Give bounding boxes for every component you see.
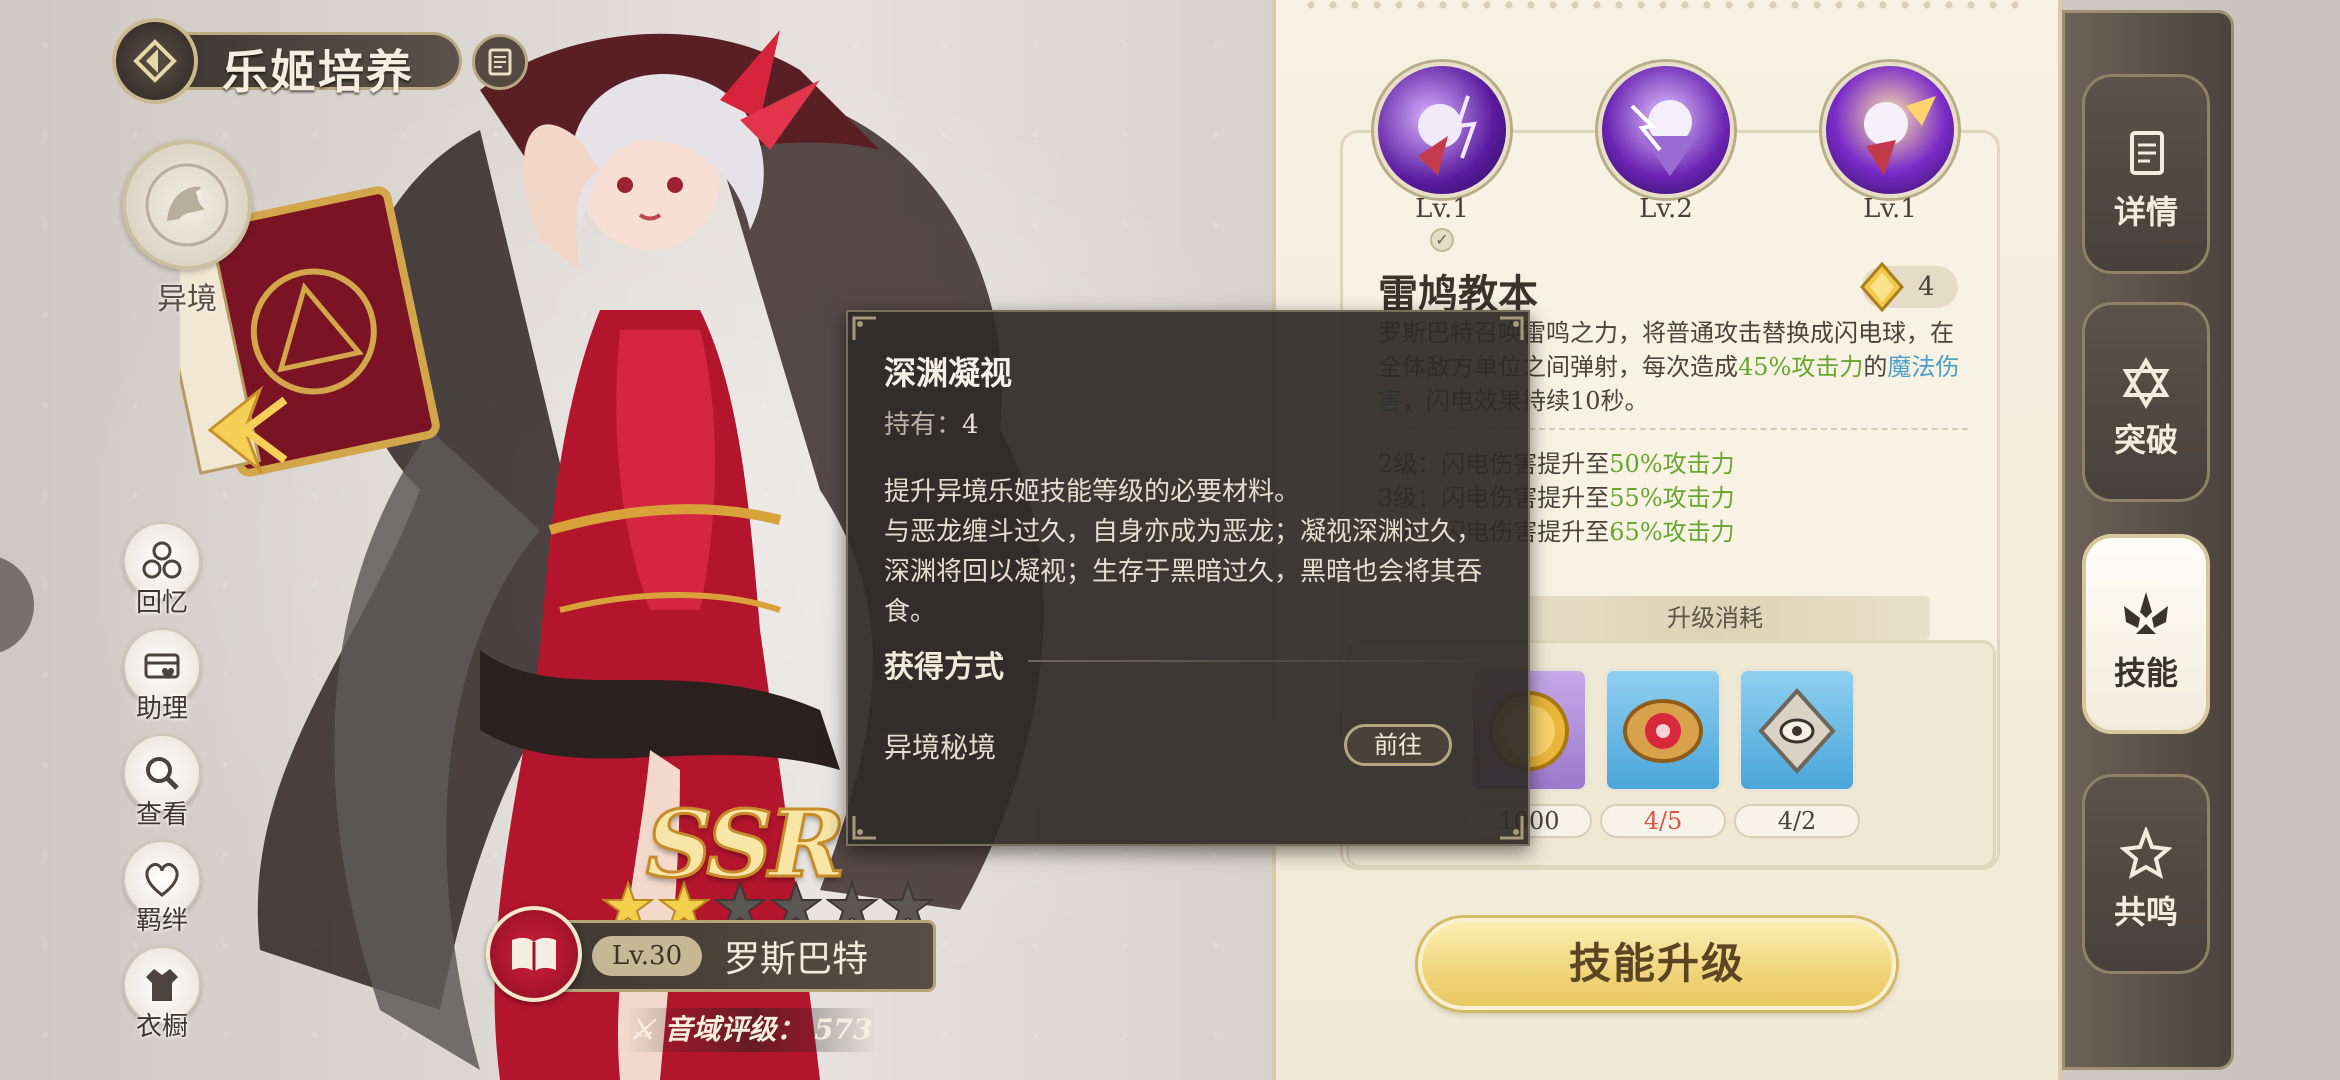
nav-wardrobe[interactable]: 衣橱: [122, 946, 202, 1046]
corner-ornament-icon: [852, 316, 876, 340]
voice-range-rating: ⚔ 音域评级： 573: [626, 1008, 876, 1052]
resonance-icon: [2120, 827, 2172, 880]
view-icon: [146, 757, 179, 790]
dragon-emblem-icon: [145, 163, 229, 247]
upgrade-cost-title: 升级消耗: [1500, 596, 1930, 640]
corner-ornament-icon: [1500, 816, 1524, 840]
rating-text: 音域评级： 573: [664, 1013, 873, 1046]
cost-emblem-count: 4/2: [1734, 804, 1860, 838]
tab-details[interactable]: 详情: [2082, 74, 2210, 274]
tab-skill[interactable]: 技能: [2082, 534, 2210, 734]
character-level: Lv.30: [592, 936, 702, 976]
breakthrough-icon: [2122, 357, 2170, 409]
cost-item-abyss-eye[interactable]: [1604, 668, 1722, 792]
nav-assistant-label: 助理: [135, 694, 188, 724]
book-icon: [512, 937, 556, 972]
emblem-icon: [1758, 688, 1836, 774]
tab-resonance-label: 共鸣: [2113, 893, 2178, 931]
skill-tab-3[interactable]: [1822, 62, 1958, 198]
nav-memory[interactable]: 回忆: [122, 522, 202, 622]
item-tooltip: 深渊凝视 持有：4 提升异境乐姬技能等级的必要材料。 与恶龙缠斗过久，自身亦成为…: [846, 310, 1530, 846]
class-badge[interactable]: [486, 906, 582, 1002]
character-name: 罗斯巴特: [724, 939, 869, 980]
wardrobe-icon: [146, 969, 178, 1001]
nav-view-label: 查看: [135, 800, 188, 830]
tooltip-owned: 持有：4: [884, 410, 979, 440]
tooltip-source: 异境秘境: [884, 731, 997, 764]
nav-view[interactable]: 查看: [122, 734, 202, 834]
skill-upgrade-button[interactable]: 技能升级: [1418, 918, 1896, 1010]
document-icon: [488, 48, 512, 76]
abyss-eye-icon: [1623, 699, 1703, 763]
skill-tab-3-level: Lv.1: [1863, 194, 1917, 224]
skill-tab-1[interactable]: [1374, 62, 1510, 198]
realm-badge[interactable]: [122, 140, 252, 270]
nav-bond-label: 羁绊: [135, 906, 188, 936]
tooltip-title: 深渊凝视: [884, 354, 1013, 392]
nav-memory-label: 回忆: [135, 588, 188, 618]
realm-label: 异境: [157, 282, 217, 317]
nav-wardrobe-label: 衣橱: [135, 1012, 188, 1042]
skill-tab-1-level: Lv.1: [1415, 194, 1469, 224]
bond-icon: [145, 863, 179, 897]
tab-breakthrough[interactable]: 突破: [2082, 302, 2210, 502]
page-title: 乐姬培养: [222, 45, 414, 99]
details-icon: [2130, 131, 2164, 175]
corner-ornament-icon: [1500, 316, 1524, 340]
memory-icon: [142, 541, 182, 579]
cost-item-emblem[interactable]: [1738, 668, 1856, 792]
corner-ornament-icon: [852, 816, 876, 840]
back-arrow-icon: [133, 39, 177, 83]
skill-tab-2-level: Lv.2: [1639, 194, 1693, 224]
gem-icon: [1860, 262, 1904, 312]
tab-resonance[interactable]: 共鸣: [2082, 774, 2210, 974]
cost-abyss-eye-count: 4/5: [1600, 804, 1726, 838]
notes-button[interactable]: [472, 34, 528, 90]
go-button[interactable]: 前往: [1344, 724, 1452, 766]
assistant-icon: [144, 653, 180, 679]
selected-check-icon: ✓: [1430, 228, 1454, 252]
panel-top-ornament: [1300, 0, 2030, 10]
tab-skill-label: 技能: [2113, 654, 2178, 692]
title-bar: 乐姬培养: [112, 18, 462, 104]
skill-damage-percent: 45%攻击力: [1738, 353, 1864, 381]
skill-tab-2[interactable]: [1598, 62, 1734, 198]
sword-icon: ⚔: [629, 1013, 655, 1046]
back-button[interactable]: [112, 18, 198, 104]
tab-breakthrough-label: 突破: [2113, 421, 2178, 459]
nav-assistant[interactable]: 助理: [122, 628, 202, 728]
tooltip-divider: [1028, 660, 1488, 662]
tab-details-label: 详情: [2113, 193, 2178, 231]
tooltip-description: 提升异境乐姬技能等级的必要材料。 与恶龙缠斗过久，自身亦成为恶龙；凝视深渊过久，…: [884, 477, 1483, 627]
tooltip-obtain-title: 获得方式: [884, 650, 1004, 685]
nav-bond[interactable]: 羁绊: [122, 840, 202, 940]
skill-icon: [2124, 592, 2168, 634]
